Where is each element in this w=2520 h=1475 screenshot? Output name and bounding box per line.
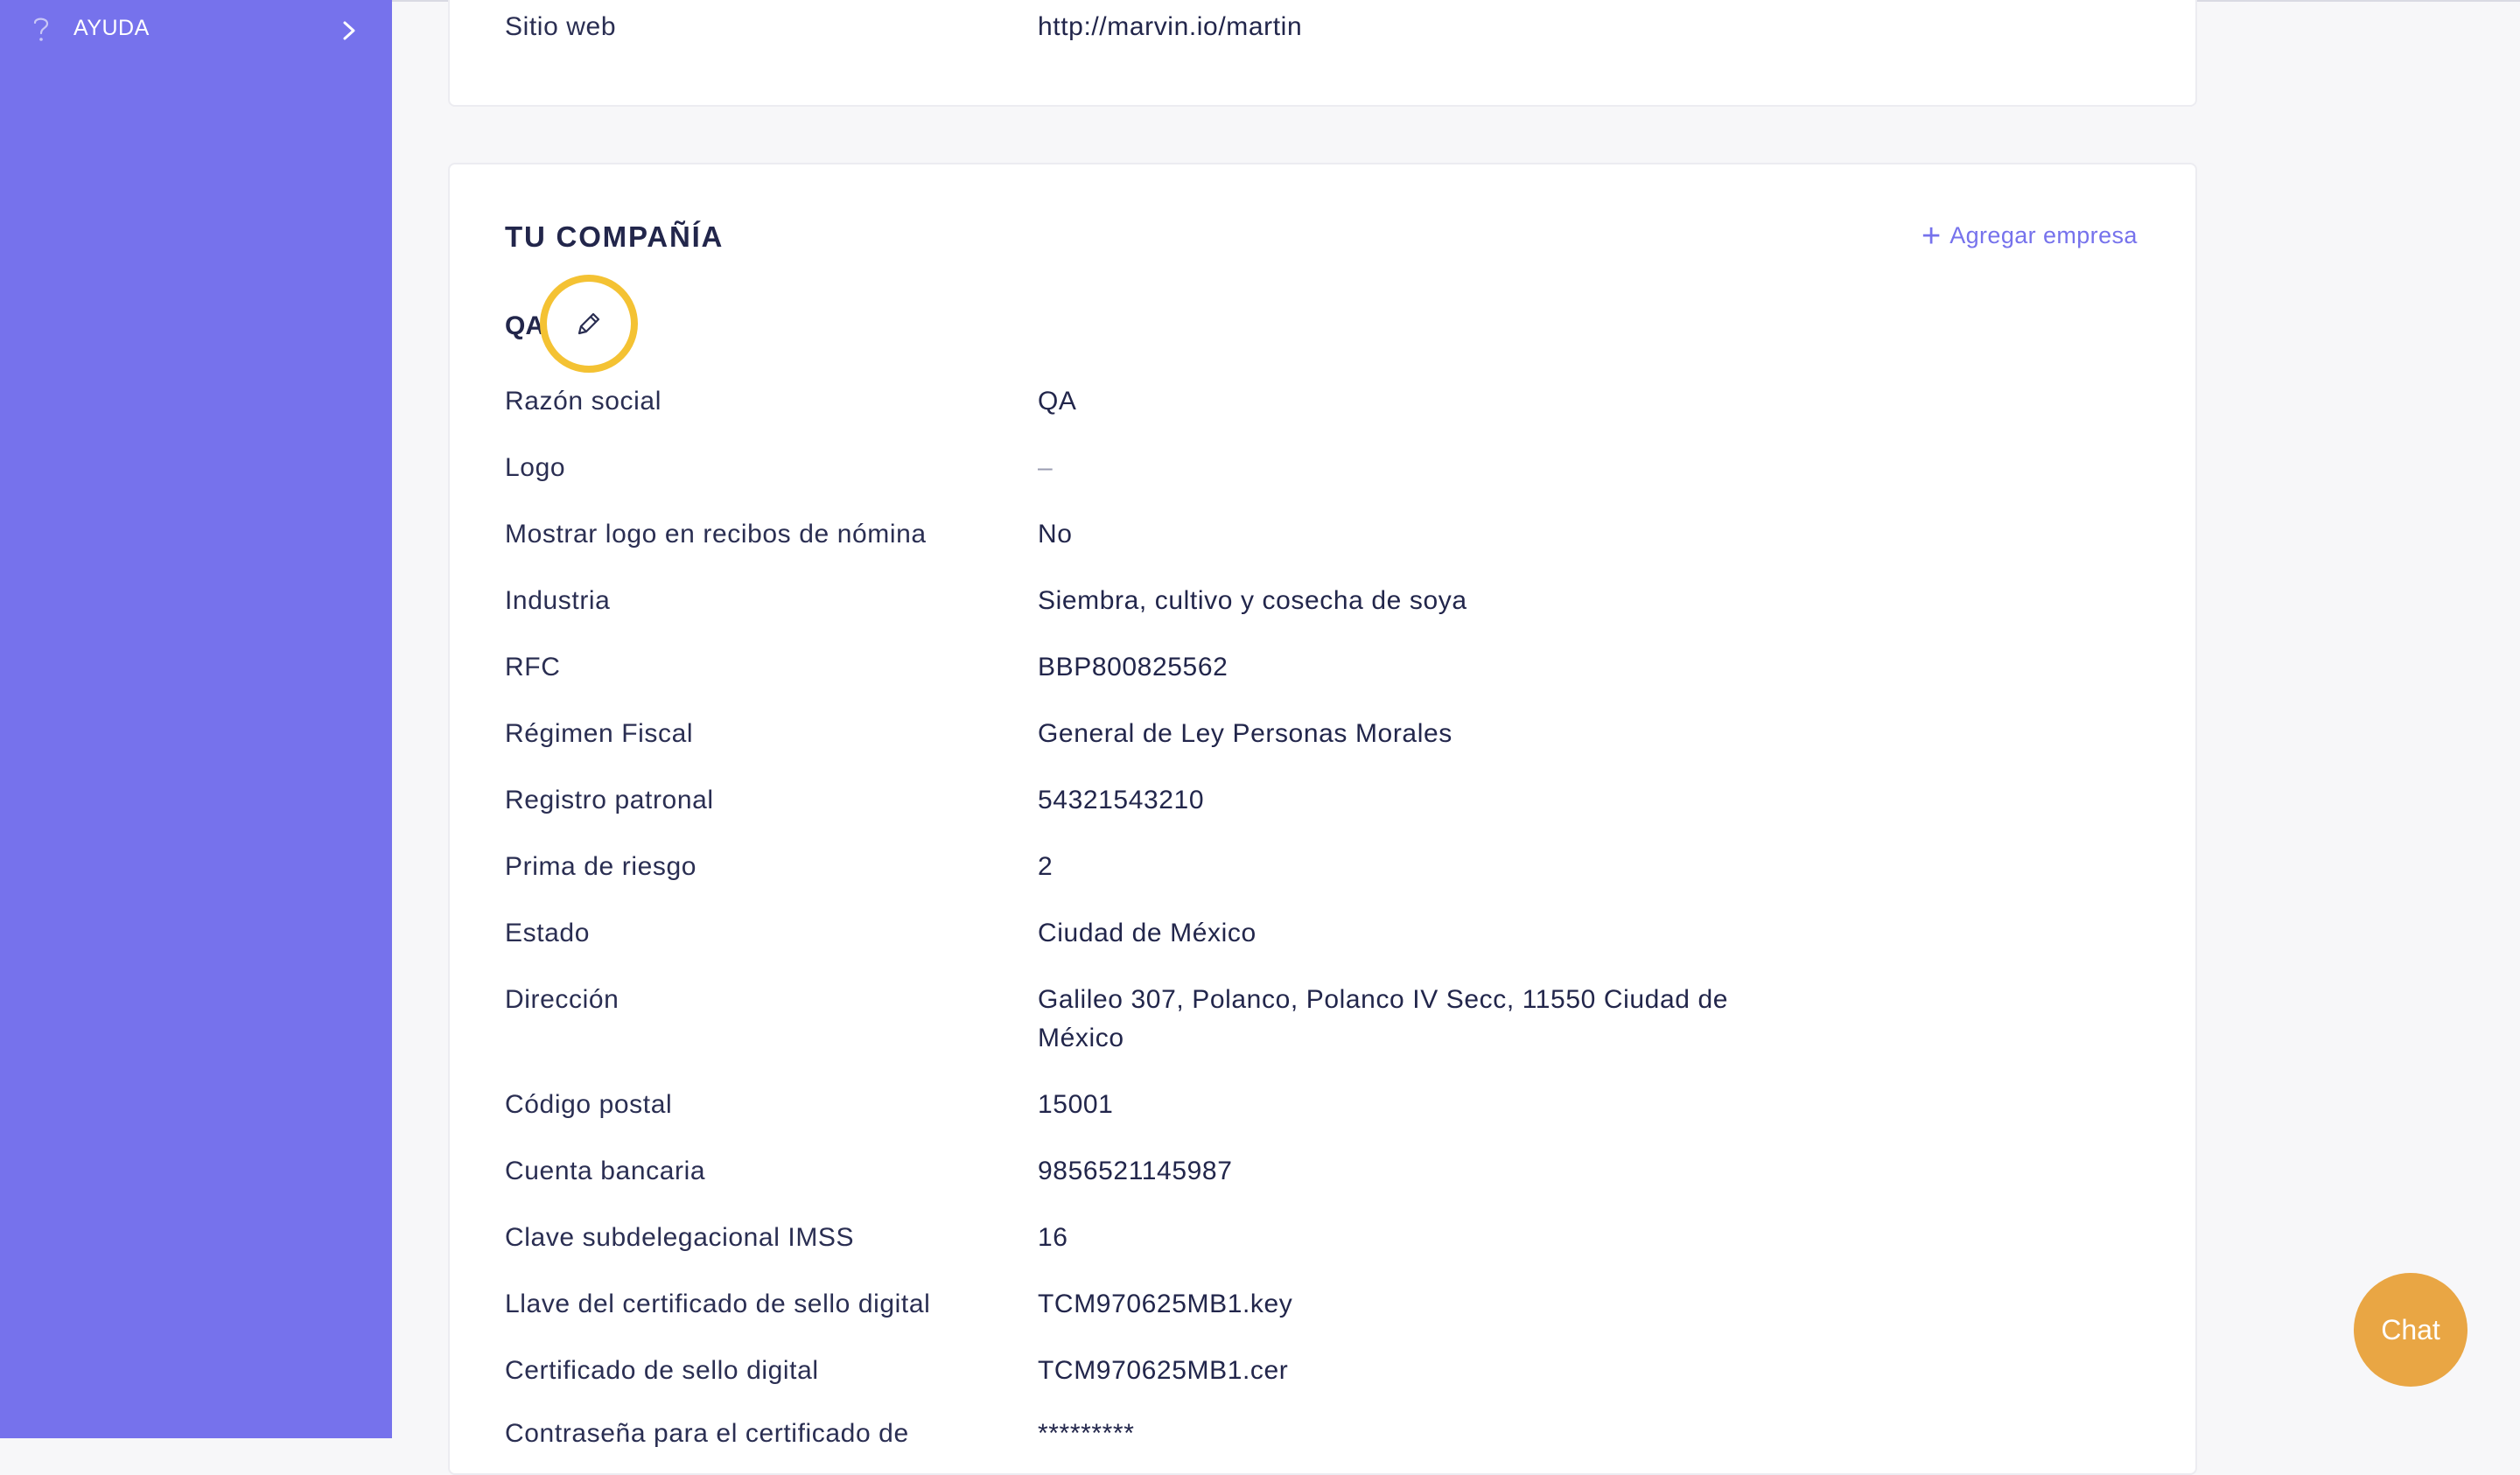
profile-card [448,0,2197,107]
sidebar: AYUDA [0,0,392,1438]
row-value-certificado: TCM970625MB1.cer [1038,1356,1289,1385]
row-label-regimen-fiscal: Régimen Fiscal [505,719,694,748]
row-value-llave-certificado: TCM970625MB1.key [1038,1290,1293,1318]
row-value-direccion: Galileo 307, Polanco, Polanco IV Secc, 1… [1038,985,1729,1052]
chat-button[interactable]: Chat [2354,1273,2468,1387]
row-label-registro-patronal: Registro patronal [505,786,714,814]
row-value-industria: Siembra, cultivo y cosecha de soya [1038,586,1467,615]
row-value-razon-social: QA [1038,387,1077,416]
section-title: TU COMPAÑÍA [505,220,724,253]
row-value-mostrar-logo: No [1038,520,1073,549]
row-label-logo: Logo [505,453,566,482]
row-label-mostrar-logo: Mostrar logo en recibos de nómina [505,520,927,549]
row-value-estado: Ciudad de México [1038,919,1256,947]
row-value-clave-imss: 16 [1038,1223,1068,1252]
row-label-codigo-postal: Código postal [505,1090,673,1119]
row-label-certificado: Certificado de sello digital [505,1356,819,1385]
row-label-clave-imss: Clave subdelegacional IMSS [505,1223,855,1252]
website-label: Sitio web [505,12,617,41]
pencil-icon [578,312,600,335]
sidebar-item-label: AYUDA [74,16,150,40]
row-label-llave-certificado: Llave del certificado de sello digital [505,1290,931,1318]
chevron-right-icon [343,21,355,40]
row-label-direccion: Dirección [505,985,620,1014]
row-value-registro-patronal: 54321543210 [1038,786,1205,814]
company-card [448,163,2197,1475]
plus-icon: + [1922,217,1942,255]
website-link[interactable]: http://marvin.io/martin [1038,8,1302,46]
row-label-razon-social: Razón social [505,387,662,416]
row-label-contrasena: Contraseña para el certificado de [505,1419,909,1448]
question-icon [33,17,49,41]
row-value-codigo-postal: 15001 [1038,1090,1114,1119]
row-value-regimen-fiscal: General de Ley Personas Morales [1038,719,1452,748]
sidebar-item-help[interactable]: AYUDA [0,0,392,61]
add-company-label: Agregar empresa [1950,222,2138,248]
row-value-prima-de-riesgo: 2 [1038,852,1054,881]
row-value-contrasena: ********* [1038,1419,1135,1448]
row-label-cuenta-bancaria: Cuenta bancaria [505,1157,706,1185]
row-label-prima-de-riesgo: Prima de riesgo [505,852,697,881]
company-name: QA [505,311,544,340]
edit-company-button[interactable] [540,275,638,373]
add-company-button[interactable]: + Agregar empresa [1922,217,2138,255]
row-label-industria: Industria [505,586,611,615]
row-value-logo: – [1038,453,1054,482]
row-value-cuenta-bancaria: 9856521145987 [1038,1157,1233,1185]
row-label-rfc: RFC [505,653,561,682]
row-label-estado: Estado [505,919,590,947]
row-value-rfc: BBP800825562 [1038,653,1228,682]
